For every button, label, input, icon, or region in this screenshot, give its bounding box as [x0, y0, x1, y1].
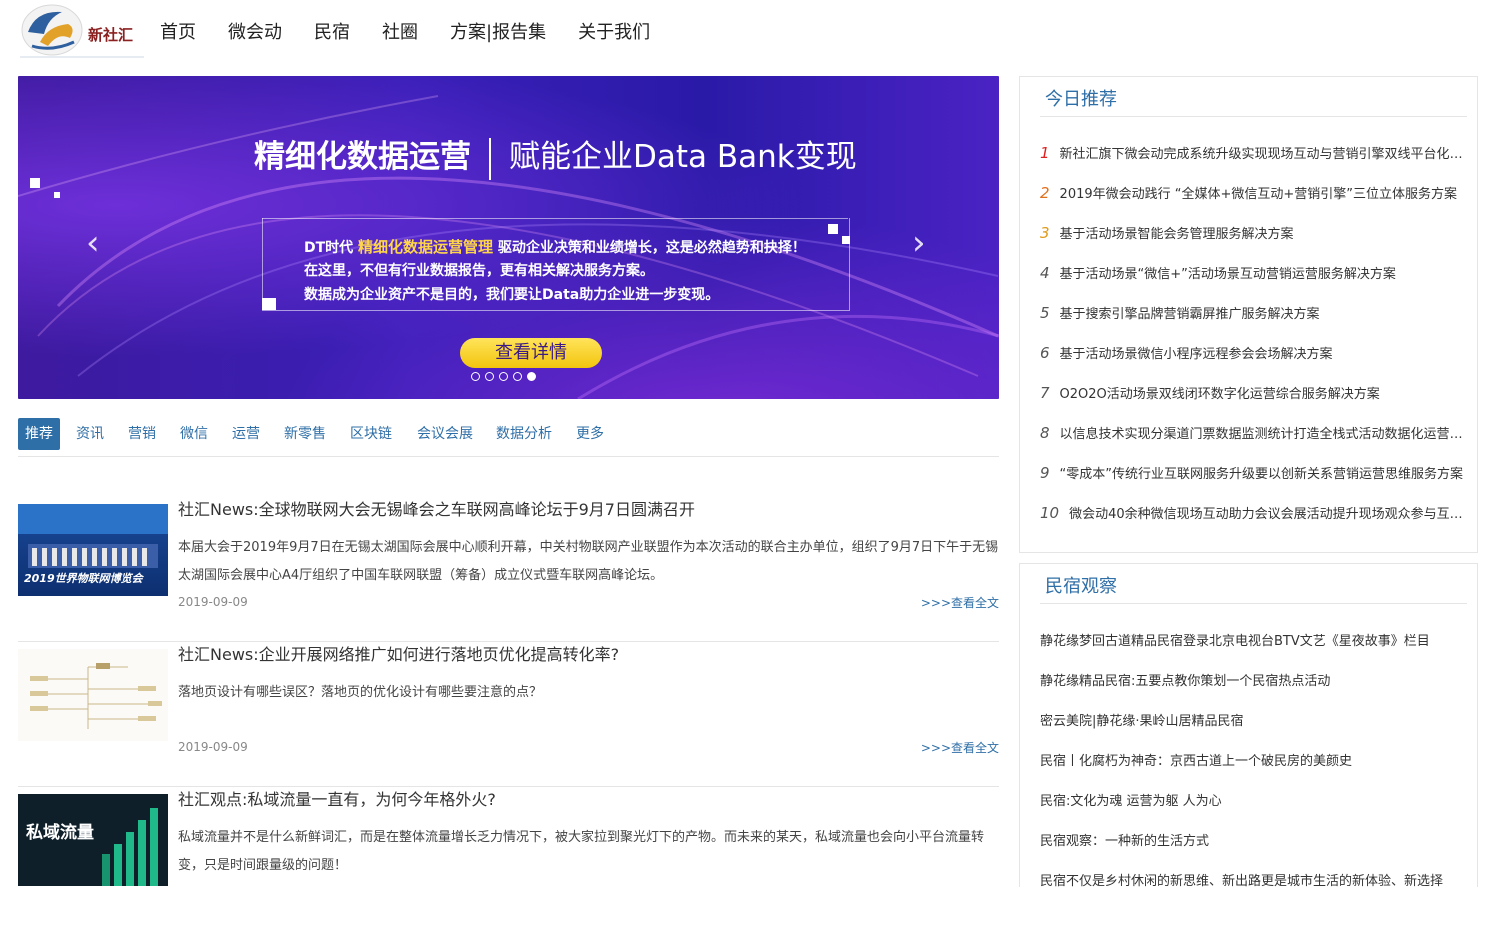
recommend-item[interactable]: 5 基于搜索引擎品牌营销霸屏推广服务解决方案 [1040, 303, 1470, 322]
banner-next-icon[interactable]: › [912, 226, 926, 260]
article-date: 2019-09-09 [178, 595, 248, 609]
tab-more[interactable]: 更多 [576, 418, 604, 450]
article-title[interactable]: 社汇观点:私域流量一直有，为何今年格外火? [178, 786, 496, 810]
article-date: 2019-09-09 [178, 740, 248, 754]
site-logo[interactable]: 新社汇 [18, 2, 146, 58]
article-summary: 落地页设计有哪些误区？落地页的优化设计有哪些要注意的点？ [178, 685, 543, 700]
minsu-item[interactable]: 民宿观察：一种新的生活方式 [1040, 830, 1470, 849]
minsu-item[interactable]: 民宿不仅是乡村休闲的新思维、新出路更是城市生活的新体验、新选择 [1040, 870, 1470, 889]
read-more-link[interactable]: >>>查看全文 [921, 739, 999, 756]
nav-weihuidong[interactable]: 微会动 [228, 18, 282, 44]
tab-news[interactable]: 资讯 [76, 418, 104, 450]
article-thumbnail[interactable]: 私域流量 [18, 794, 168, 886]
tab-blockchain[interactable]: 区块链 [350, 418, 392, 450]
recommend-item[interactable]: 4 基于活动场景“微信+”活动场景互动营销运营服务解决方案 [1040, 263, 1470, 282]
carousel-dot[interactable] [485, 372, 494, 381]
tab-marketing[interactable]: 营销 [128, 418, 156, 450]
minsu-item[interactable]: 民宿:文化为魂 运营为躯 人为心 [1040, 790, 1470, 809]
tab-data-analysis[interactable]: 数据分析 [496, 418, 552, 450]
read-more-link[interactable]: >>>查看全文 [921, 594, 999, 611]
carousel-dot[interactable] [471, 372, 480, 381]
tab-operations[interactable]: 运营 [232, 418, 260, 450]
nav-shequan[interactable]: 社圈 [382, 18, 418, 44]
site-header: 新社汇 首页 微会动 民宿 社圈 方案|报告集 关于我们 [0, 0, 1488, 62]
banner-title: 精细化数据运营 赋能企业Data Bank变现 [254, 131, 857, 180]
banner-prev-icon[interactable]: ‹ [86, 226, 100, 260]
svg-text:新社汇: 新社汇 [88, 26, 133, 44]
nav-reports[interactable]: 方案|报告集 [450, 18, 546, 44]
article-title[interactable]: 社汇News:企业开展网络推广如何进行落地页优化提高转化率? [178, 641, 619, 665]
recommend-item[interactable]: 9 “零成本”传统行业互联网服务升级要以创新关系营销运营思维服务方案 [1040, 463, 1470, 482]
main-nav: 首页 微会动 民宿 社圈 方案|报告集 关于我们 [160, 0, 682, 62]
carousel-dot[interactable] [527, 372, 536, 381]
article-summary: 私域流量并不是什么新鲜词汇，而是在整体流量增长乏力情况下，被大家拉到聚光灯下的产… [178, 830, 985, 873]
carousel-dots [471, 372, 536, 381]
banner-line-1: DT时代 精细化数据运营管理 驱动企业决策和业绩增长，这是必然趋势和抉择！ [304, 238, 806, 256]
recommend-item[interactable]: 1 新社汇旗下微会动完成系统升级实现现场互动与营销引擎双线平台化运营 [1040, 143, 1470, 162]
thumbnail-caption: 2019世界物联网博览会 [24, 572, 143, 585]
minsu-item[interactable]: 静花缘精品民宿:五要点教你策划一个民宿热点活动 [1040, 670, 1470, 689]
article-thumbnail[interactable] [18, 649, 168, 741]
recommend-item[interactable]: 10 微会动40余种微信现场互动助力会议会展活动提升现场观众参与互动体验 [1040, 503, 1470, 522]
recommend-item[interactable]: 2 2019年微会动践行 “全媒体+微信互动+营销引擎”三位立体服务方案 [1040, 183, 1470, 202]
minsu-item[interactable]: 静花缘梦回古道精品民宿登录北京电视台BTV文艺《星夜故事》栏目 [1040, 630, 1470, 649]
carousel-dot[interactable] [499, 372, 508, 381]
category-tabs: 推荐 资讯 营销 微信 运营 新零售 区块链 会议会展 数据分析 更多 [18, 418, 999, 457]
article-item: 私域流量 社汇观点:私域流量一直有，为何今年格外火? 私域流量并不是什么新鲜词汇… [18, 786, 999, 931]
banner-line-3: 数据成为企业资产不是目的，我们要让Data助力企业进一步变现。 [304, 287, 720, 303]
banner-square [54, 192, 60, 198]
tab-new-retail[interactable]: 新零售 [284, 418, 326, 450]
thumbnail-caption: 私域流量 [26, 823, 94, 843]
view-details-button[interactable]: 查看详情 [460, 338, 602, 368]
banner-line-2: 在这里，不但有行业数据报告，更有相关解决服务方案。 [304, 263, 654, 279]
article-item: 2019世界物联网博览会 社汇News:全球物联网大会无锡峰会之车联网高峰论坛于… [18, 496, 999, 642]
today-recommend-panel: 今日推荐 1 新社汇旗下微会动完成系统升级实现现场互动与营销引擎双线平台化运营 2… [1019, 76, 1478, 553]
tab-wechat[interactable]: 微信 [180, 418, 208, 450]
tab-conference[interactable]: 会议会展 [417, 418, 473, 450]
panel-title: 民宿观察 [1045, 576, 1117, 597]
article-thumbnail[interactable]: 2019世界物联网博览会 [18, 504, 168, 596]
article-title[interactable]: 社汇News:全球物联网大会无锡峰会之车联网高峰论坛于9月7日圆满召开 [178, 496, 695, 520]
nav-home[interactable]: 首页 [160, 18, 196, 44]
recommend-item[interactable]: 3 基于活动场景智能会务管理服务解决方案 [1040, 223, 1470, 242]
banner-square [30, 178, 40, 188]
minsu-panel: 民宿观察 静花缘梦回古道精品民宿登录北京电视台BTV文艺《星夜故事》栏目 静花缘… [1019, 563, 1478, 889]
carousel-dot[interactable] [513, 372, 522, 381]
tab-recommend[interactable]: 推荐 [18, 418, 60, 450]
recommend-item[interactable]: 6 基于活动场景微信小程序远程参会会场解决方案 [1040, 343, 1470, 362]
recommend-item[interactable]: 7 O2O2O活动场景双线闭环数字化运营综合服务解决方案 [1040, 383, 1470, 402]
minsu-item[interactable]: 民宿丨化腐朽为神奇：京西古道上一个破民房的美颜史 [1040, 750, 1470, 769]
article-summary: 本届大会于2019年9月7日在无锡太湖国际会展中心顺利开幕，中关村物联网产业联盟… [178, 540, 999, 583]
article-item: 社汇News:企业开展网络推广如何进行落地页优化提高转化率? 落地页设计有哪些误… [18, 641, 999, 787]
minsu-item[interactable]: 密云美院|静花缘·果岭山居精品民宿 [1040, 710, 1470, 729]
nav-about[interactable]: 关于我们 [578, 18, 650, 44]
recommend-item[interactable]: 8 以信息技术实现分渠道门票数据监测统计打造全栈式活动数据化运营服务 [1040, 423, 1470, 442]
nav-minsu[interactable]: 民宿 [314, 18, 350, 44]
panel-title: 今日推荐 [1045, 89, 1117, 110]
banner-carousel[interactable]: 精细化数据运营 赋能企业Data Bank变现 DT时代 精细化数据运营管理 驱动… [18, 76, 999, 399]
